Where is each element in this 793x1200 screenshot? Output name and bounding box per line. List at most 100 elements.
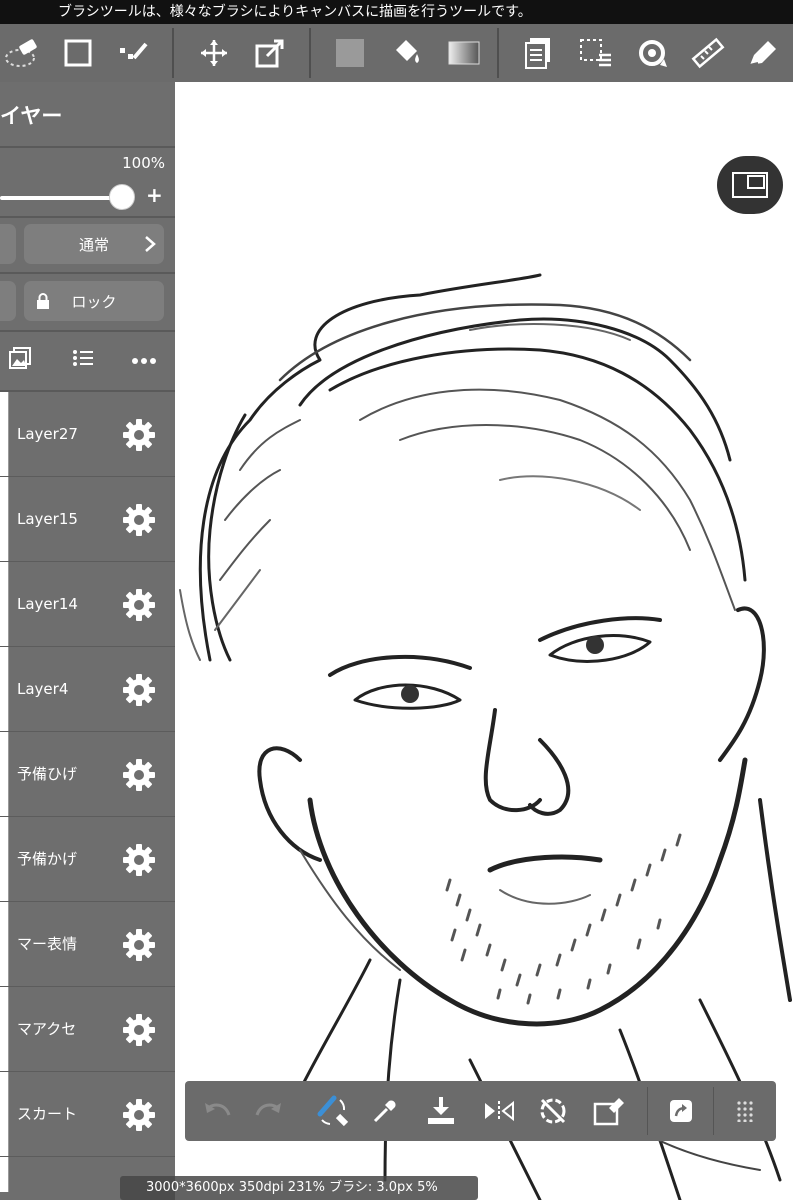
opacity-plus-button[interactable]: +	[146, 183, 163, 207]
drag-handle[interactable]	[725, 1091, 765, 1131]
lock-label: ロック	[71, 292, 117, 311]
rotate-reset-button[interactable]	[533, 1091, 573, 1131]
move-tool-button[interactable]	[194, 33, 234, 73]
list-icon	[73, 350, 93, 366]
lock-button[interactable]: ロック	[24, 281, 164, 321]
toolbar-separator	[309, 28, 311, 78]
ruler-icon	[691, 37, 725, 69]
undo-button[interactable]	[197, 1091, 237, 1131]
blend-mode-label: 通常	[78, 235, 109, 254]
status-bar: 3000*3600px 350dpi 231% ブラシ: 3.0px 5%	[120, 1176, 478, 1200]
gear-icon[interactable]	[122, 843, 156, 877]
gear-icon[interactable]	[122, 1098, 156, 1132]
lock-icon	[37, 293, 49, 309]
layer-list-button[interactable]	[72, 348, 94, 368]
gradient-tool-button[interactable]	[444, 33, 484, 73]
panel-divider	[0, 272, 175, 274]
select-menu-button[interactable]	[576, 33, 616, 73]
import-button[interactable]	[421, 1091, 461, 1131]
panel-divider	[0, 330, 175, 332]
brush-eraser-toggle-button[interactable]	[313, 1091, 353, 1131]
gear-icon[interactable]	[122, 1013, 156, 1047]
layer-name: Layer15	[17, 510, 78, 528]
toolbar-separator	[713, 1087, 714, 1135]
opacity-value: 100%	[122, 154, 165, 172]
layer-row[interactable]: 予備ひげ	[0, 732, 175, 817]
gear-icon[interactable]	[122, 758, 156, 792]
image-icon	[9, 347, 31, 369]
rotate-slash-icon	[540, 1098, 566, 1124]
app-root: ブラシツールは、様々なブラシによりキャンバスに描画を行うツールです。 イヤー 1…	[0, 0, 793, 1200]
layer-name: Layer14	[17, 595, 78, 613]
fill-square-icon	[336, 39, 364, 67]
drawing-canvas[interactable]	[175, 82, 793, 1200]
layer-name: マー表情	[17, 935, 78, 953]
pen-icon	[749, 41, 776, 66]
layer-row[interactable]: Layer14	[0, 562, 175, 647]
share-button[interactable]	[661, 1091, 701, 1131]
panel-title: イヤー	[0, 104, 63, 128]
download-icon	[428, 1097, 454, 1124]
select-pen-tool-button[interactable]	[114, 33, 154, 73]
layer-name: スカート	[17, 1105, 78, 1123]
blend-mode-button[interactable]: 通常	[24, 224, 164, 264]
rect-select-tool-button[interactable]	[58, 33, 98, 73]
transform-tool-button[interactable]	[250, 33, 290, 73]
toolbar-separator	[172, 28, 174, 78]
square-selection-icon	[64, 39, 92, 67]
layer-row[interactable]: Layer27	[0, 392, 175, 477]
pen-tool-button[interactable]	[744, 33, 784, 73]
clear-icon	[593, 1098, 624, 1126]
flip-horizontal-button[interactable]	[479, 1091, 519, 1131]
move-icon	[201, 40, 227, 66]
layer-row[interactable]: マアクセ	[0, 987, 175, 1072]
layer-name: 予備ひげ	[17, 765, 78, 783]
check-icon	[120, 42, 148, 60]
gear-icon[interactable]	[122, 503, 156, 537]
share-icon	[670, 1100, 692, 1122]
redo-button[interactable]	[249, 1091, 289, 1131]
clear-layer-button[interactable]	[589, 1091, 629, 1131]
navigator-toggle-button[interactable]	[717, 156, 783, 214]
gear-icon[interactable]	[122, 418, 156, 452]
gradient-icon	[448, 41, 480, 65]
more-options-button[interactable]	[131, 352, 157, 364]
layer-row[interactable]: Layer4	[0, 647, 175, 732]
ruler-button[interactable]	[688, 33, 728, 73]
opacity-slider-knob[interactable]	[109, 184, 135, 210]
layer-row[interactable]: Layer15	[0, 477, 175, 562]
layer-row[interactable]: 予備かげ	[0, 817, 175, 902]
rotate-canvas-button[interactable]	[632, 33, 672, 73]
chevron-right-icon	[145, 236, 156, 252]
layer-image-button[interactable]	[9, 347, 31, 369]
transform-icon	[255, 39, 284, 68]
layer-row[interactable]: マー表情	[0, 902, 175, 987]
clipping-button[interactable]	[0, 224, 16, 264]
layer-copy-icon	[525, 38, 550, 69]
redo-icon	[255, 1103, 281, 1116]
eyedropper-button[interactable]	[365, 1091, 405, 1131]
tool-hint-bar: ブラシツールは、様々なブラシによりキャンバスに描画を行うツールです。	[0, 0, 793, 24]
gear-icon[interactable]	[122, 588, 156, 622]
panel-divider	[0, 146, 175, 148]
bucket-icon	[396, 40, 419, 63]
layer-row-divider	[0, 1156, 175, 1157]
top-toolbar	[0, 24, 793, 82]
layer-name: 予備かげ	[17, 850, 78, 868]
bucket-tool-button[interactable]	[386, 33, 426, 73]
quick-toolbar	[185, 1081, 776, 1141]
layer-name: Layer4	[17, 680, 69, 698]
eraser-tool-button[interactable]	[2, 33, 42, 73]
gear-icon[interactable]	[122, 928, 156, 962]
layer-row[interactable]: スカート	[0, 1072, 175, 1157]
fill-color-button[interactable]	[330, 33, 370, 73]
panel-divider	[0, 216, 175, 218]
layer-copy-button[interactable]	[518, 33, 558, 73]
opacity-slider-track[interactable]	[0, 196, 122, 200]
select-list-icon	[580, 39, 611, 67]
brush-eraser-swap-icon	[317, 1095, 349, 1127]
eraser-icon	[5, 39, 37, 67]
gear-icon[interactable]	[122, 673, 156, 707]
alpha-protect-button[interactable]	[0, 281, 16, 321]
undo-icon	[205, 1103, 231, 1116]
